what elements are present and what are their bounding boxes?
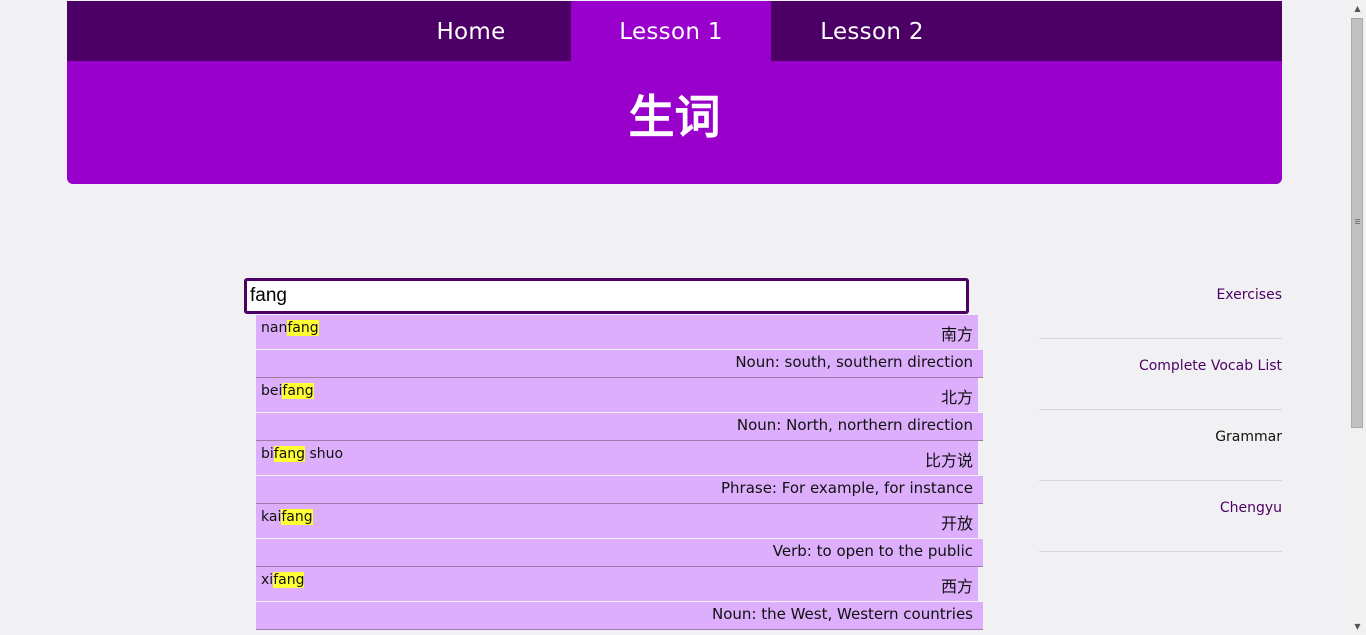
result-pinyin: beifang <box>261 383 314 399</box>
result-hanzi: 北方 <box>940 388 973 407</box>
result-header <box>256 441 978 475</box>
side-link-vocab-list[interactable]: Complete Vocab List <box>1139 358 1282 374</box>
search-input[interactable] <box>244 278 969 314</box>
page-header: Home Lesson 1 Lesson 2 生词 <box>67 1 1282 184</box>
result-meaning: Noun: south, southern direction <box>735 353 973 371</box>
pinyin-match-highlight: fang <box>282 383 314 399</box>
pinyin-prefix: bi <box>261 446 274 462</box>
search-results: nanfang 南方 Noun: south, southern directi… <box>256 315 983 630</box>
pinyin-prefix: xi <box>261 572 274 588</box>
result-item[interactable]: beifang 北方 Noun: North, northern directi… <box>256 378 983 441</box>
nav-home[interactable]: Home <box>371 1 571 61</box>
side-item-vocab-list: Complete Vocab List <box>1039 339 1282 410</box>
result-header <box>256 315 978 349</box>
top-nav: Home Lesson 1 Lesson 2 <box>67 1 1282 61</box>
side-link-chengyu[interactable]: Chengyu <box>1220 500 1282 516</box>
scroll-grip-icon <box>1355 219 1360 220</box>
side-item-exercises: Exercises <box>1039 268 1282 339</box>
result-item[interactable]: bifang shuo 比方说 Phrase: For example, for… <box>256 441 983 504</box>
result-item[interactable]: kaifang 开放 Verb: to open to the public <box>256 504 983 567</box>
result-item[interactable]: nanfang 南方 Noun: south, southern directi… <box>256 315 983 378</box>
result-header <box>256 504 978 538</box>
pinyin-prefix: kai <box>261 509 282 525</box>
scroll-down-arrow-icon[interactable]: ▼ <box>1349 618 1366 635</box>
result-header <box>256 378 978 412</box>
result-hanzi: 南方 <box>940 325 973 344</box>
result-pinyin: kaifang <box>261 509 313 525</box>
side-nav: Exercises Complete Vocab List Grammar Ch… <box>1039 268 1282 552</box>
pinyin-prefix: nan <box>261 320 288 336</box>
result-pinyin: nanfang <box>261 320 319 336</box>
pinyin-match-highlight: fang <box>281 509 313 525</box>
pinyin-match-highlight: fang <box>273 446 306 462</box>
pinyin-match-highlight: fang <box>287 320 319 336</box>
pinyin-match-highlight: fang <box>273 572 305 588</box>
scroll-thumb[interactable] <box>1351 18 1363 428</box>
result-item[interactable]: xifang 西方 Noun: the West, Western countr… <box>256 567 983 630</box>
result-meaning: Noun: the West, Western countries <box>711 605 973 623</box>
vertical-scrollbar[interactable]: ▲ ▼ <box>1349 0 1366 635</box>
result-hanzi: 开放 <box>940 514 973 533</box>
result-hanzi: 比方说 <box>924 451 973 470</box>
nav-lesson-2[interactable]: Lesson 2 <box>772 1 972 61</box>
result-pinyin: bifang shuo <box>261 446 343 462</box>
pinyin-prefix: bei <box>261 383 283 399</box>
result-meaning: Verb: to open to the public <box>772 542 973 560</box>
result-pinyin: xifang <box>261 572 305 588</box>
page-title: 生词 <box>628 90 721 144</box>
result-hanzi: 西方 <box>940 577 973 596</box>
pinyin-suffix: shuo <box>305 446 344 462</box>
side-link-grammar[interactable]: Grammar <box>1215 429 1282 445</box>
result-meaning: Phrase: For example, for instance <box>720 479 973 497</box>
result-header <box>256 567 978 601</box>
side-item-grammar: Grammar <box>1039 410 1282 481</box>
result-meaning: Noun: North, northern direction <box>736 416 973 434</box>
side-item-chengyu: Chengyu <box>1039 481 1282 552</box>
side-link-exercises[interactable]: Exercises <box>1216 287 1282 303</box>
nav-lesson-1[interactable]: Lesson 1 <box>571 1 771 61</box>
scroll-up-arrow-icon[interactable]: ▲ <box>1349 0 1366 17</box>
